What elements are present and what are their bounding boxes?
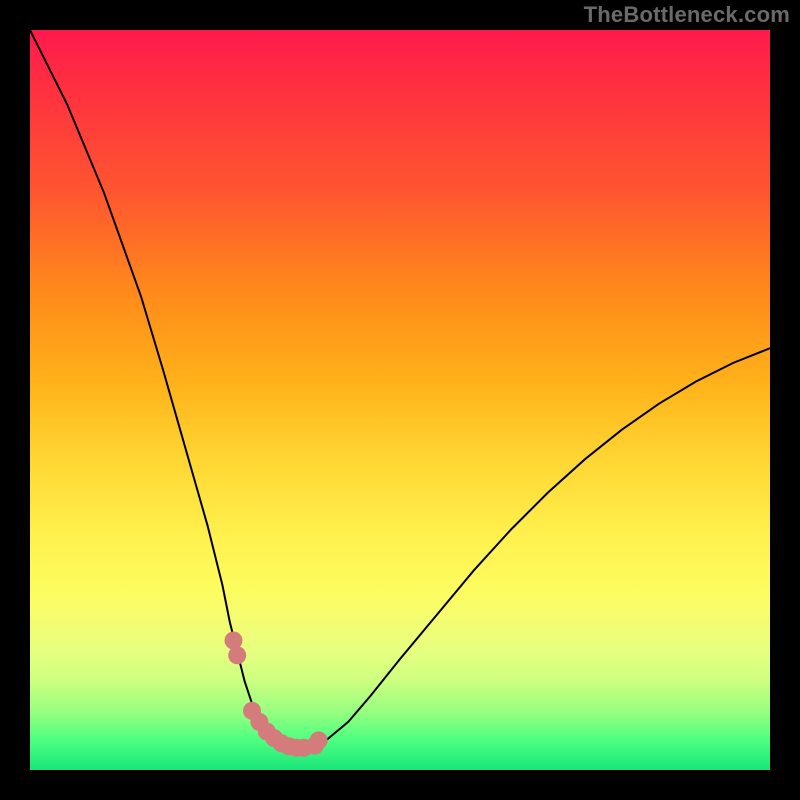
highlight-dot [306, 737, 324, 755]
highlight-dot [265, 729, 283, 747]
highlight-dot [250, 713, 268, 731]
watermark-text: TheBottleneck.com [584, 2, 790, 28]
highlight-dot [295, 739, 313, 757]
highlight-dot [273, 734, 291, 752]
curve-svg [30, 30, 770, 770]
highlight-dot [258, 723, 276, 741]
bottleneck-curve-path [30, 30, 770, 748]
plot-area [30, 30, 770, 770]
highlight-dot [243, 702, 261, 720]
highlight-dot [228, 646, 246, 664]
highlight-dot [287, 739, 305, 757]
highlight-dot [280, 737, 298, 755]
highlight-dot [310, 731, 328, 749]
highlight-dots-group [225, 632, 328, 757]
highlight-dot [225, 632, 243, 650]
chart-stage: TheBottleneck.com [0, 0, 800, 800]
